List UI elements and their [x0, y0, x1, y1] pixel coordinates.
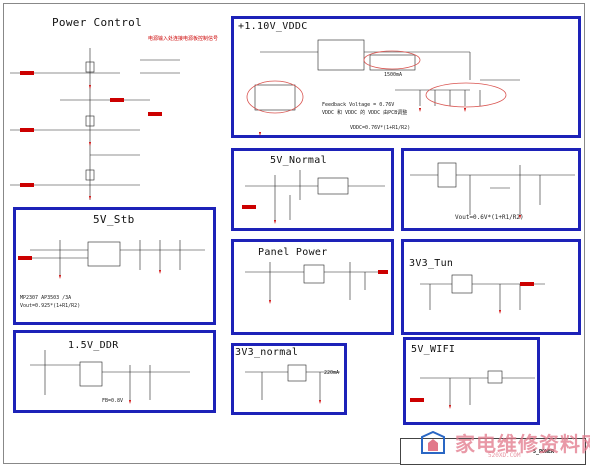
schematic-sheet: Power Control 电源输入处连接电源板控制信号 +1.10V_VDDC… [0, 0, 590, 469]
schematic-wiring [10, 39, 575, 409]
watermark-site: 520XD.COM [488, 452, 521, 459]
watermark-logo-icon [421, 431, 445, 454]
watermark-text: 家电维修资料网 [455, 432, 590, 456]
